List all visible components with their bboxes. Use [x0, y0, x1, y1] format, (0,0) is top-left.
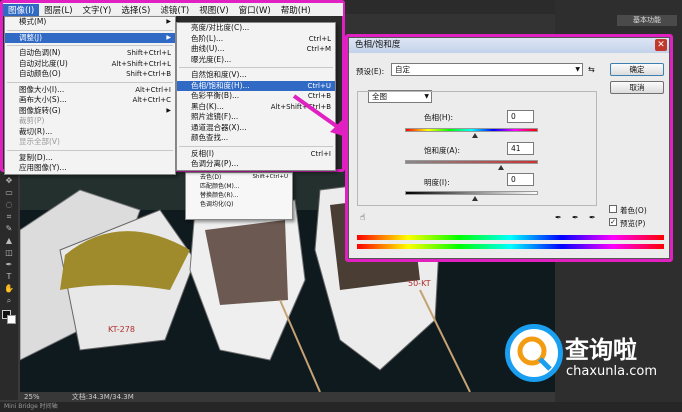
magnifier-icon [517, 336, 552, 371]
color-bar-top [357, 235, 664, 240]
menubar-item[interactable]: 帮助(H) [276, 4, 316, 16]
ghost-item: 匹配颜色(M)... [200, 183, 240, 190]
background-color-swatch[interactable] [7, 315, 16, 324]
colorize-label: 着色(O) [620, 206, 647, 215]
menu-item[interactable]: 曝光度(E)... [177, 55, 335, 66]
menubar-item[interactable]: 滤镜(T) [155, 4, 194, 16]
saturation-label: 饱和度(A): [424, 146, 461, 155]
lightness-slider[interactable] [405, 191, 538, 195]
menu-item[interactable]: 自动颜色(O) Shift+Ctrl+B [5, 69, 175, 80]
bottom-panel-tabs[interactable]: Mini Bridge 时间轴 [0, 402, 682, 412]
menu-separator [7, 149, 173, 151]
hand-tool-icon[interactable]: ✋ [3, 284, 15, 293]
watermark-url: chaxunla.com [566, 364, 657, 379]
eraser-tool-icon[interactable]: ◫ [3, 248, 15, 257]
preset-label: 预设(E): [356, 67, 385, 76]
hand-adjust-icon[interactable]: ☝ [360, 213, 365, 223]
ghost-item: 去色(D) Shift+Ctrl+U [200, 174, 288, 181]
zoom-tool-icon[interactable]: ⌕ [3, 296, 15, 305]
ghost-submenu: 去色(D) Shift+Ctrl+U 匹配颜色(M)... 替换颜色(R)... … [185, 172, 293, 220]
menu-item[interactable]: 色阶(L)... Ctrl+L [177, 34, 335, 45]
watermark-logo [505, 324, 563, 382]
cancel-button[interactable]: 取消 [610, 81, 664, 94]
ghost-item: 色调均化(Q) [200, 201, 234, 208]
doc-size: 文档:34.3M/34.3M [71, 393, 134, 401]
adjust-group [357, 91, 597, 206]
submenu-arrow-icon: ▶ [166, 33, 171, 41]
menu-item[interactable]: 反相(I) Ctrl+I [177, 149, 335, 160]
dialog-title-bar: 色相/饱和度 ✕ [349, 38, 669, 53]
menubar-item[interactable]: 图像(I) [3, 3, 40, 16]
eyedropper-icon[interactable]: ✒ [555, 213, 562, 222]
stamp-tool-icon[interactable]: ▲ [3, 236, 15, 245]
chevron-down-icon: ▼ [575, 66, 580, 73]
menu-item: 裁剪(P) [19, 116, 45, 125]
zoom-level[interactable]: 25% [24, 393, 40, 401]
pen-tool-icon[interactable]: ✒ [3, 260, 15, 269]
boat-label-right: 50-KT [408, 279, 431, 288]
menu-item[interactable]: 调整(J) ▶ [5, 32, 175, 43]
saturation-input[interactable]: 41 [507, 142, 534, 155]
image-menu: 模式(M) ▶ 调整(J) ▶ 自动色调(N) Shift+Ctrl+L 自动对比度(U) A… [4, 16, 176, 175]
menu-item: 显示全部(V) [19, 137, 60, 146]
preview-label: 预览(P) [620, 219, 646, 228]
menubar-item[interactable]: 窗口(W) [234, 4, 276, 16]
hue-input[interactable]: 0 [507, 110, 534, 123]
lightness-label: 明度(I): [424, 178, 450, 187]
hue-slider[interactable] [405, 128, 538, 132]
menu-item[interactable]: 应用图像(Y)... [5, 163, 175, 174]
menu-item[interactable]: 亮度/对比度(C)... [177, 23, 335, 34]
menu-separator [7, 29, 173, 31]
menu-item[interactable]: 裁切(R)... [5, 127, 175, 138]
menu-item[interactable]: 模式(M) ▶ [5, 17, 175, 28]
watermark-text: 查询啦 [565, 336, 637, 364]
menu-separator [7, 81, 173, 83]
lightness-slider-thumb[interactable] [472, 196, 478, 201]
boat-label-left: KT-278 [108, 325, 135, 334]
lasso-tool-icon[interactable]: ◌ [3, 200, 15, 209]
dialog-title: 色相/饱和度 [355, 40, 401, 50]
close-icon[interactable]: ✕ [655, 39, 667, 51]
submenu-arrow-icon: ▶ [166, 18, 171, 25]
toolbox: ✥ ▭ ◌ ⌗ ✎ ▲ ◫ ✒ T ✋ ⌕ [0, 170, 18, 400]
menu-separator [7, 45, 173, 46]
menubar-item[interactable]: 文字(Y) [78, 4, 117, 16]
brush-tool-icon[interactable]: ✎ [3, 224, 15, 233]
menubar-item[interactable]: 图层(L) [39, 4, 77, 16]
colorize-checkbox[interactable] [609, 205, 617, 213]
ok-button[interactable]: 确定 [610, 63, 664, 76]
status-bar: 25% 文档:34.3M/34.3M [20, 392, 555, 402]
saturation-slider-thumb[interactable] [498, 165, 504, 170]
menu-item[interactable]: 色调分离(P)... [177, 159, 335, 170]
preset-select[interactable]: 自定 ▼ [391, 63, 583, 76]
menu-separator [179, 67, 333, 68]
eyedropper-minus-icon[interactable]: ✒ [589, 213, 596, 222]
menu-item[interactable]: 自然饱和度(V)... [177, 70, 335, 81]
workspace-switcher[interactable]: 基本功能 [617, 15, 677, 26]
menubar-item[interactable]: 选择(S) [116, 4, 155, 16]
menu-item[interactable]: 图像旋转(G) ▶ [5, 106, 175, 117]
menu-item[interactable]: 画布大小(S)... Alt+Ctrl+C [5, 95, 175, 106]
menu-bar: 图像(I) 图层(L) 文字(Y) 选择(S) 滤镜(T) 视图(V) 窗口(W) 帮助(H) [3, 3, 343, 16]
menu-item[interactable]: 自动对比度(U) Alt+Shift+Ctrl+L [5, 59, 175, 70]
preview-checkbox[interactable]: ✓ [609, 218, 617, 226]
submenu-arrow-icon: ▶ [166, 106, 171, 114]
marquee-tool-icon[interactable]: ▭ [3, 188, 15, 197]
type-tool-icon[interactable]: T [3, 272, 15, 281]
saturation-slider[interactable] [405, 160, 538, 164]
menu-item[interactable]: 复制(D)... [5, 153, 175, 164]
preset-options-icon[interactable]: ⇆ [588, 65, 595, 74]
hue-slider-thumb[interactable] [472, 133, 478, 138]
crop-tool-icon[interactable]: ⌗ [3, 212, 15, 221]
menu-item[interactable]: 图像大小(I)... Alt+Ctrl+I [5, 85, 175, 96]
menu-item[interactable]: 曲线(U)... Ctrl+M [177, 44, 335, 55]
move-tool-icon[interactable]: ✥ [3, 176, 15, 185]
menu-item[interactable]: 自动色调(N) Shift+Ctrl+L [5, 48, 175, 59]
hue-label: 色相(H): [424, 113, 454, 122]
ghost-item: 替换颜色(R)... [200, 192, 239, 199]
color-bar-bottom [357, 244, 664, 249]
menubar-item[interactable]: 视图(V) [194, 4, 233, 16]
eyedropper-plus-icon[interactable]: ✒ [572, 213, 579, 222]
lightness-input[interactable]: 0 [507, 173, 534, 186]
